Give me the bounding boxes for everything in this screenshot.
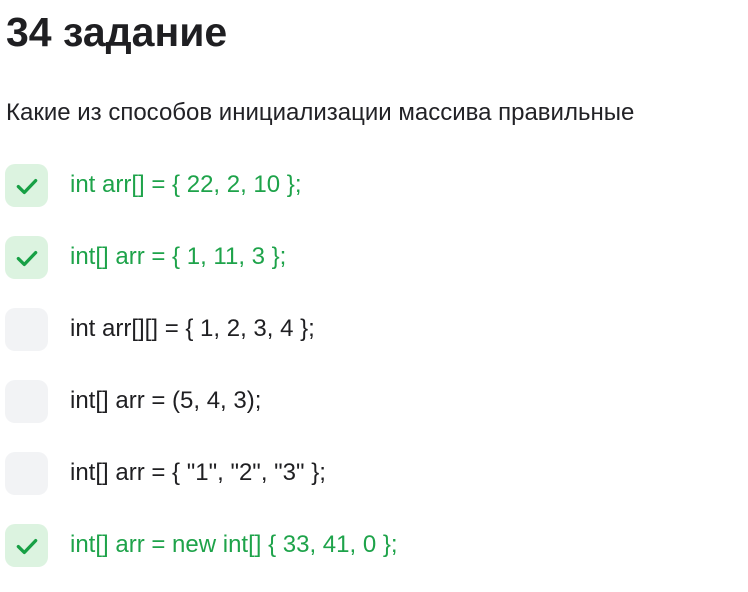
question-text: Какие из способов инициализации массива … [6,99,635,126]
check-icon [16,178,37,194]
option-2[interactable]: int[] arr = { 1, 11, 3 }; [5,232,745,304]
option-5[interactable]: int[] arr = { "1", "2", "3" }; [5,448,745,520]
task-title: 34 задание [6,9,228,55]
option-3-checkbox[interactable] [5,308,48,351]
option-5-checkbox[interactable] [5,452,48,495]
option-1-checkbox[interactable] [5,164,48,207]
option-6-label: int[] arr = new int[] { 33, 41, 0 }; [70,531,398,558]
option-2-label: int[] arr = { 1, 11, 3 }; [70,243,287,270]
option-6-checkbox[interactable] [5,524,48,567]
option-3-label: int arr[][] = { 1, 2, 3, 4 }; [70,315,315,342]
check-icon [16,250,37,266]
options-list: int arr[] = { 22, 2, 10 }; int[] arr = {… [5,160,745,592]
task-page: 34 задание Какие из способов инициализац… [0,0,748,574]
option-1[interactable]: int arr[] = { 22, 2, 10 }; [5,160,745,232]
option-5-label: int[] arr = { "1", "2", "3" }; [70,459,326,486]
option-4-label: int[] arr = (5, 4, 3); [70,387,262,414]
option-6[interactable]: int[] arr = new int[] { 33, 41, 0 }; [5,520,745,592]
option-4[interactable]: int[] arr = (5, 4, 3); [5,376,745,448]
option-3[interactable]: int arr[][] = { 1, 2, 3, 4 }; [5,304,745,376]
option-1-label: int arr[] = { 22, 2, 10 }; [70,171,302,198]
option-2-checkbox[interactable] [5,236,48,279]
option-4-checkbox[interactable] [5,380,48,423]
check-icon [16,538,37,554]
